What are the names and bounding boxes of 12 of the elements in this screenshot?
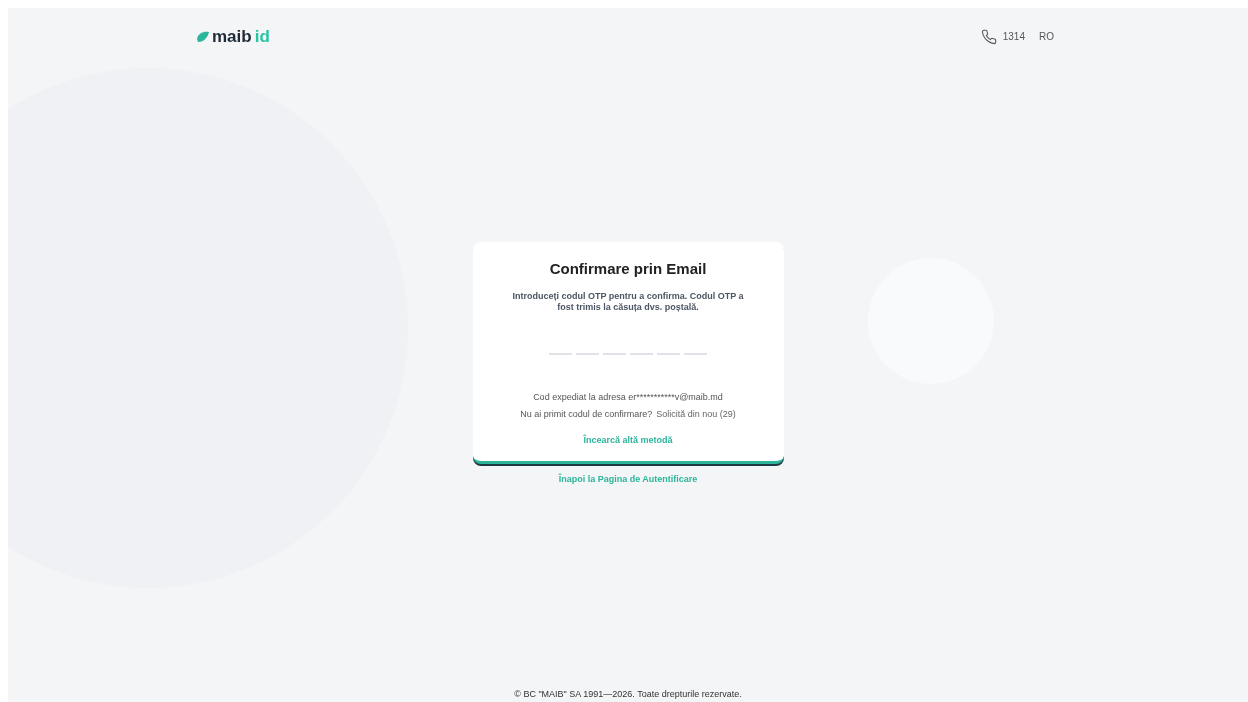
sent-to-text: Cod expediat la adresa er***********v@maib.md — [533, 390, 723, 404]
copyright-text: © BC "MAIB" SA 1991—2026. Toate drepturile rezervate. — [513, 687, 743, 701]
leaf-icon — [196, 30, 210, 43]
resend-question: Nu ai primit codul de confirmare? — [520, 408, 653, 421]
logo-wordmark: maib — [212, 28, 252, 45]
card-title: Confirmare prin Email — [549, 259, 707, 279]
phone-icon — [980, 28, 997, 45]
phone-number[interactable]: 1314 — [1002, 29, 1025, 44]
instructions-text: Introduceți codul OTP pentru a confirma. Codul OTP a fost trimis la căsuța dvs. poștală. — [511, 290, 745, 313]
logo[interactable]: maib id — [196, 28, 270, 45]
language-button[interactable]: RO — [1039, 29, 1054, 44]
logo-suffix: id — [254, 28, 270, 45]
